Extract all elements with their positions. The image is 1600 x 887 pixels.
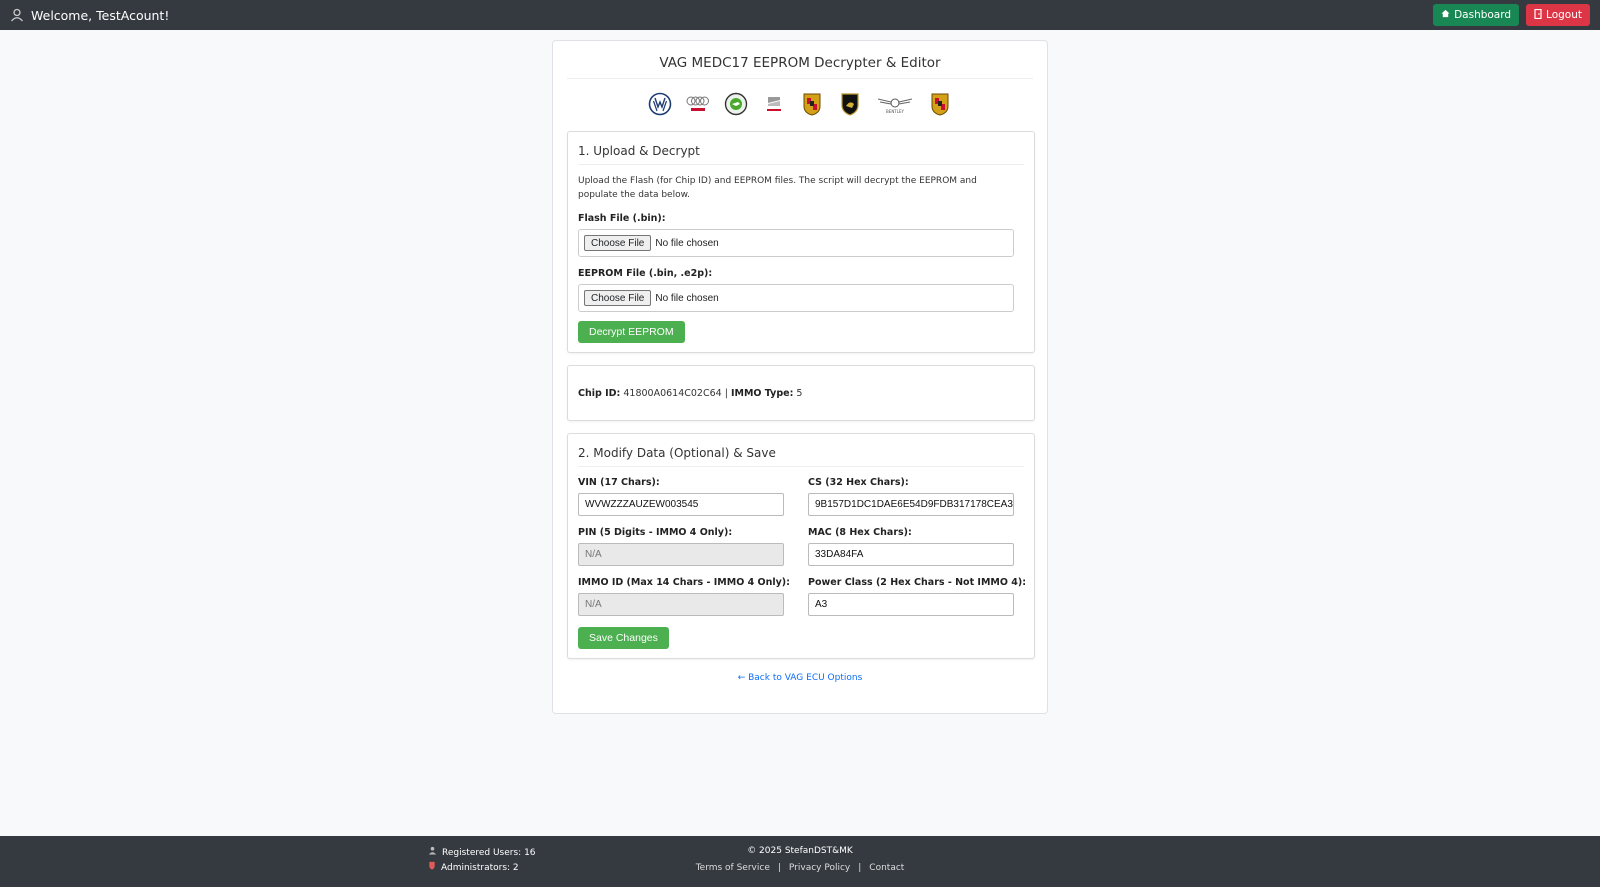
chip-id-label: Chip ID: (578, 388, 621, 399)
power-class-label: Power Class (2 Hex Chars - Not IMMO 4): (808, 577, 1026, 588)
immo-id-input: N/A (578, 593, 784, 616)
footer-separator: | (858, 863, 862, 873)
pin-input: N/A (578, 543, 784, 566)
upload-section: 1. Upload & Decrypt Upload the Flash (fo… (567, 131, 1035, 353)
home-icon (1441, 9, 1450, 21)
eeprom-choose-file-button[interactable]: Choose File (584, 290, 652, 306)
footer-links: Terms of Service | Privacy Policy | Cont… (0, 863, 1600, 873)
cs-label: CS (32 Hex Chars): (808, 477, 909, 488)
contact-link[interactable]: Contact (869, 863, 904, 873)
eeprom-no-file-text: No file chosen (655, 292, 719, 304)
terms-link[interactable]: Terms of Service (696, 863, 770, 873)
modify-section: 2. Modify Data (Optional) & Save VIN (17… (567, 433, 1035, 659)
top-navbar: Welcome, TestAcount! Dashboard Logout (0, 0, 1600, 30)
flash-file-input[interactable]: Choose File No file chosen (578, 229, 1014, 257)
dashboard-label: Dashboard (1454, 9, 1512, 21)
footer-separator: | (777, 863, 781, 873)
flash-file-label: Flash File (.bin): (578, 213, 666, 224)
chip-id-value: 41800A0614C02C64 (623, 388, 722, 399)
porsche-logo (799, 91, 825, 117)
mac-input[interactable]: 33DA84FA (808, 543, 1014, 566)
chip-info-section: Chip ID: 41800A0614C02C64 | IMMO Type: 5 (567, 365, 1035, 421)
chip-info-line: Chip ID: 41800A0614C02C64 | IMMO Type: 5 (578, 388, 802, 399)
main-card: VAG MEDC17 EEPROM Decrypter & Editor BEN… (552, 40, 1048, 714)
logout-button[interactable]: Logout (1526, 4, 1590, 26)
welcome-area: Welcome, TestAcount! (10, 8, 169, 23)
immo-id-label: IMMO ID (Max 14 Chars - IMMO 4 Only): (578, 577, 790, 588)
logout-label: Logout (1546, 9, 1582, 21)
flash-no-file-text: No file chosen (655, 237, 719, 249)
door-icon (1534, 8, 1542, 22)
page-title: VAG MEDC17 EEPROM Decrypter & Editor (567, 55, 1033, 79)
vin-label: VIN (17 Chars): (578, 477, 660, 488)
footer: Registered Users: 16 Administrators: 2 ©… (0, 836, 1600, 887)
upload-description: Upload the Flash (for Chip ID) and EEPRO… (578, 176, 977, 200)
immo-type-value: 5 (796, 388, 803, 399)
power-class-input[interactable]: A3 (808, 593, 1014, 616)
back-link[interactable]: ← Back to VAG ECU Options (553, 673, 1047, 683)
pin-label: PIN (5 Digits - IMMO 4 Only): (578, 527, 733, 538)
upload-section-title: 1. Upload & Decrypt (578, 144, 1024, 165)
svg-text:BENTLEY: BENTLEY (886, 109, 904, 114)
dashboard-button[interactable]: Dashboard (1433, 4, 1520, 26)
brand-logos: BENTLEY (553, 91, 1047, 117)
flash-choose-file-button[interactable]: Choose File (584, 235, 652, 251)
mac-label: MAC (8 Hex Chars): (808, 527, 912, 538)
modify-section-title: 2. Modify Data (Optional) & Save (578, 446, 1024, 467)
privacy-link[interactable]: Privacy Policy (789, 863, 850, 873)
vw-logo (647, 91, 673, 117)
eeprom-file-input[interactable]: Choose File No file chosen (578, 284, 1014, 312)
eeprom-file-label: EEPROM File (.bin, .e2p): (578, 268, 713, 279)
decrypt-eeprom-button[interactable]: Decrypt EEPROM (578, 321, 685, 343)
immo-type-label: IMMO Type: (730, 388, 794, 399)
skoda-logo (723, 91, 749, 117)
audi-logo (685, 91, 711, 117)
chip-separator: | (724, 388, 728, 399)
lamborghini-logo (837, 91, 863, 117)
vin-input[interactable]: WVWZZZAUZEW003545 (578, 493, 784, 516)
welcome-text: Welcome, TestAcount! (31, 7, 170, 23)
porsche-logo (927, 91, 953, 117)
bentley-logo: BENTLEY (875, 91, 915, 117)
seat-logo (761, 91, 787, 117)
cs-input[interactable]: 9B157D1DC1DAE6E54D9FDB317178CEA3 (808, 493, 1014, 516)
copyright: © 2025 StefanDST&MK (747, 846, 853, 856)
user-icon (10, 8, 24, 22)
save-changes-button[interactable]: Save Changes (578, 627, 669, 649)
